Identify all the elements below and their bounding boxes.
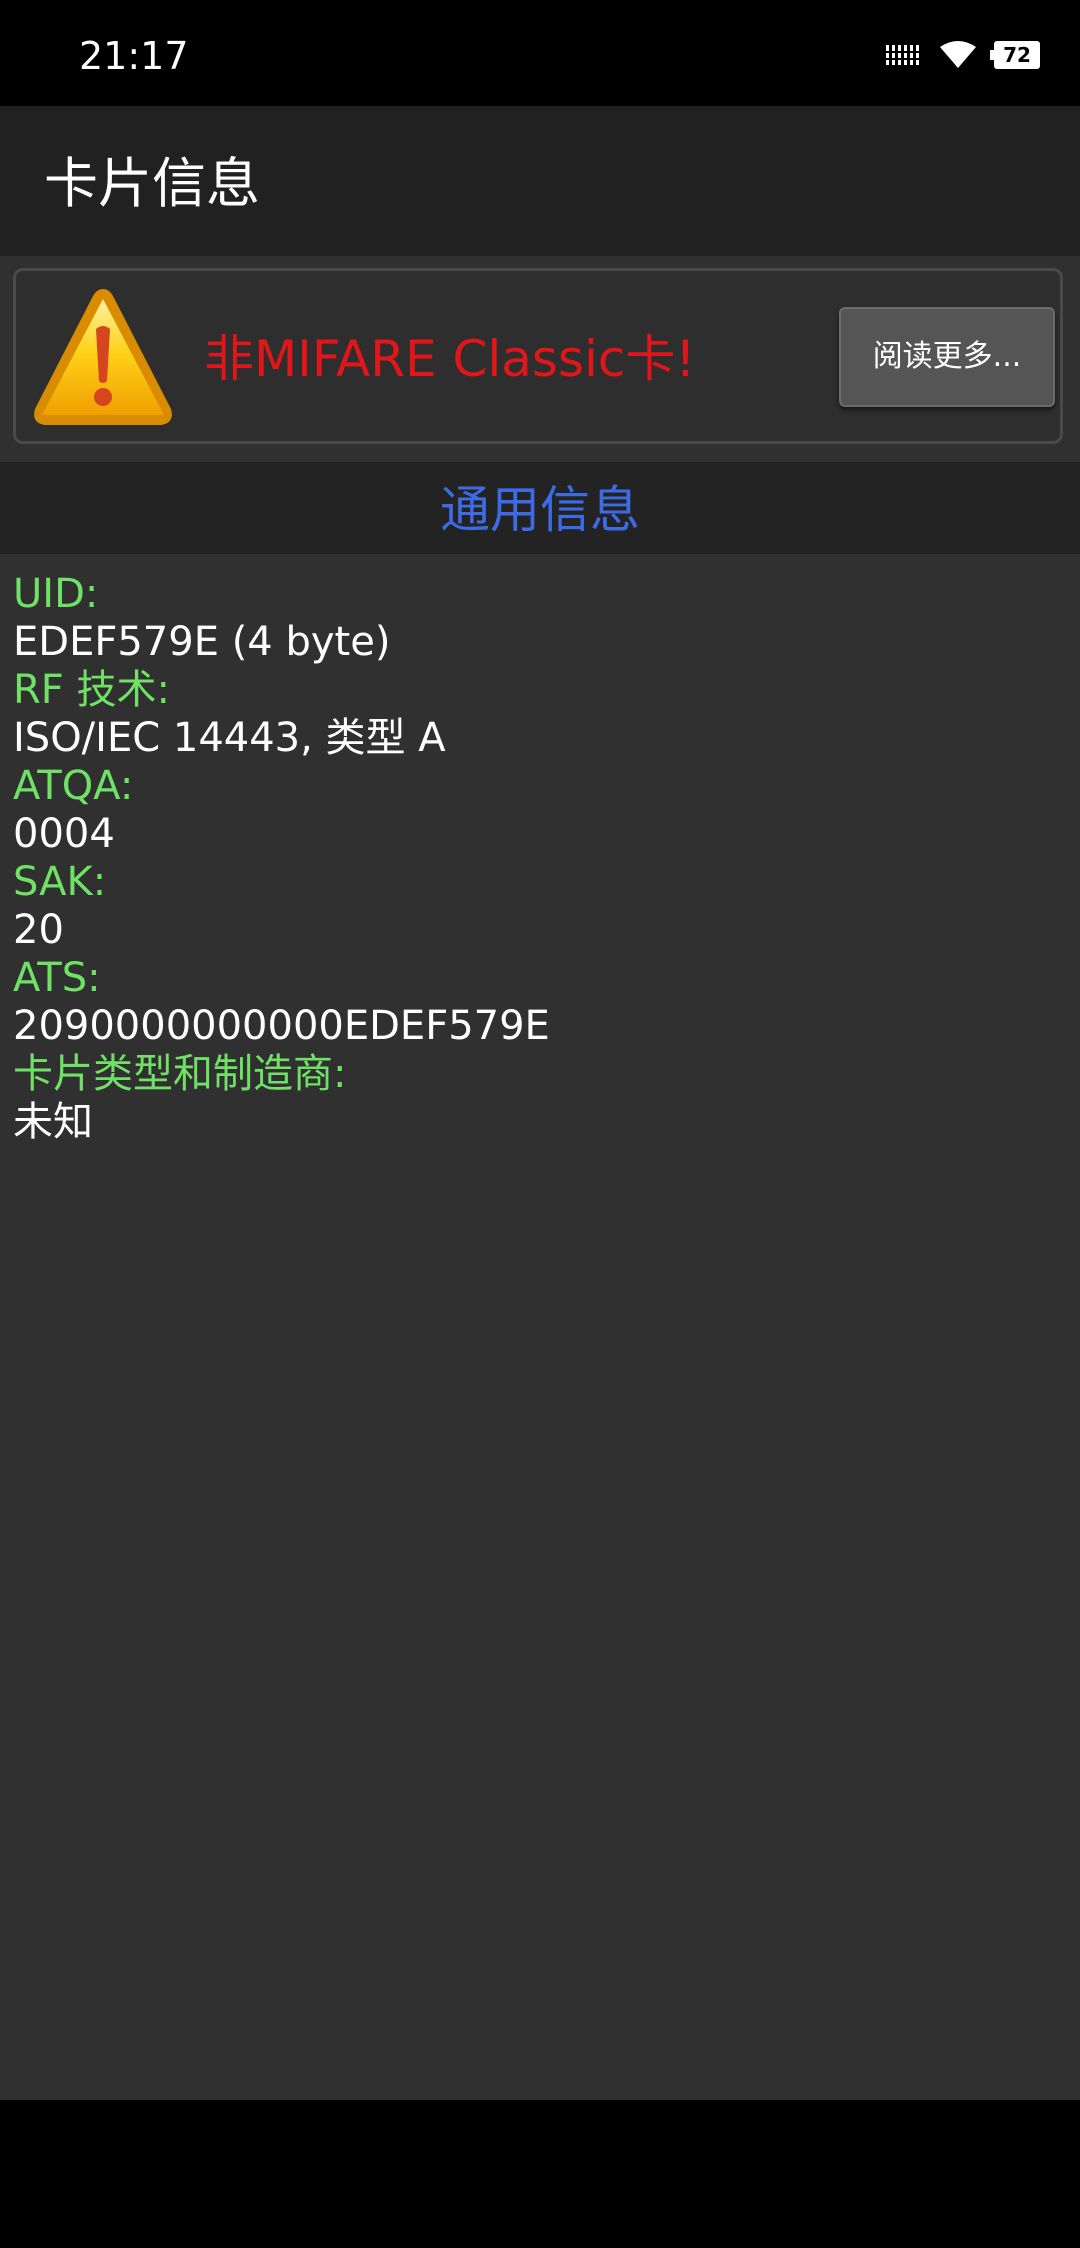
- info-item-atqa: ATQA: 0004: [13, 762, 1053, 858]
- info-value: EDEF579E (4 byte): [13, 619, 391, 665]
- info-label: SAK:: [13, 859, 107, 905]
- signal-icon: [886, 45, 922, 65]
- info-label: UID:: [13, 571, 99, 617]
- info-value: 0004: [13, 811, 115, 857]
- info-value: 20: [13, 907, 64, 953]
- info-label: RF 技术:: [13, 667, 170, 713]
- section-header: 通用信息: [0, 462, 1080, 554]
- info-item-ats: ATS: 2090000000000EDEF579E: [13, 954, 1053, 1050]
- info-label: 卡片类型和制造商:: [13, 1051, 347, 1097]
- status-icons: 72: [886, 38, 1040, 72]
- info-item-rf-tech: RF 技术: ISO/IEC 14443, 类型 A: [13, 666, 1053, 762]
- info-label: ATS:: [13, 955, 101, 1001]
- battery-icon: 72: [990, 41, 1040, 69]
- info-value: 2090000000000EDEF579E: [13, 1003, 550, 1049]
- status-bar: 21:17 72: [0, 0, 1080, 106]
- info-item-uid: UID: EDEF579E (4 byte): [13, 570, 1053, 666]
- warning-triangle-icon: [34, 289, 172, 425]
- app-bar: 卡片信息: [0, 106, 1080, 256]
- status-time: 21:17: [79, 34, 189, 78]
- warning-banner: 非MIFARE Classic卡! 阅读更多...: [13, 268, 1063, 444]
- info-item-sak: SAK: 20: [13, 858, 1053, 954]
- info-item-card-type: 卡片类型和制造商: 未知: [13, 1050, 1053, 1146]
- info-list: UID: EDEF579E (4 byte) RF 技术: ISO/IEC 14…: [13, 570, 1053, 1146]
- info-value: 未知: [13, 1099, 93, 1145]
- wifi-icon: [940, 41, 976, 68]
- read-more-button[interactable]: 阅读更多...: [839, 307, 1055, 407]
- warning-message: 非MIFARE Classic卡!: [204, 330, 696, 388]
- navigation-bar: [0, 2100, 1080, 2248]
- main-content: 非MIFARE Classic卡! 阅读更多... 通用信息 UID: EDEF…: [0, 256, 1080, 2100]
- page-title: 卡片信息: [44, 152, 260, 215]
- info-value: ISO/IEC 14443, 类型 A: [13, 715, 446, 761]
- info-label: ATQA:: [13, 763, 134, 809]
- section-title: 通用信息: [440, 481, 640, 539]
